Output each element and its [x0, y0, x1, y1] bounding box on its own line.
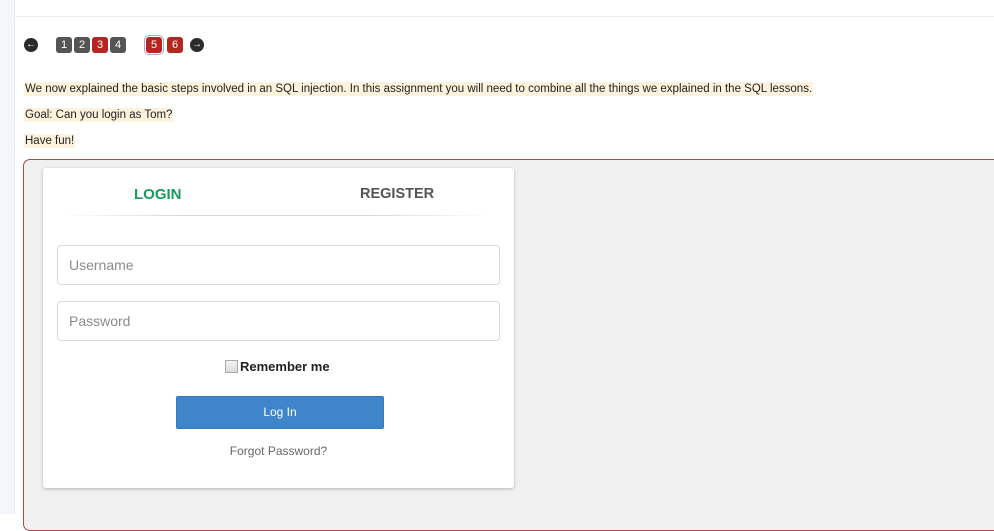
intro-text: We now explained the basic steps involve… — [24, 82, 814, 96]
goal-text: Goal: Can you login as Tom? — [24, 108, 174, 122]
page-2-button[interactable]: 2 — [74, 37, 90, 53]
login-panel: LOGIN REGISTER Remember me Log In Forgot… — [43, 168, 514, 488]
remember-me-checkbox[interactable] — [225, 360, 238, 373]
page-6-button[interactable]: 6 — [167, 37, 183, 53]
username-input[interactable] — [57, 245, 500, 285]
password-input[interactable] — [57, 301, 500, 341]
page-5-button[interactable]: 5 — [144, 35, 164, 55]
next-page-icon[interactable]: → — [190, 38, 204, 52]
header-divider — [15, 16, 994, 17]
page-4-button[interactable]: 4 — [110, 37, 126, 53]
prev-page-icon[interactable]: ← — [24, 38, 38, 52]
left-sidebar-strip — [0, 0, 15, 514]
forgot-password-link[interactable]: Forgot Password? — [43, 444, 514, 458]
tab-login[interactable]: LOGIN — [134, 186, 182, 203]
page-3-button[interactable]: 3 — [92, 37, 108, 53]
tab-register[interactable]: REGISTER — [360, 186, 434, 202]
login-button[interactable]: Log In — [176, 396, 384, 429]
have-fun-text: Have fun! — [24, 134, 76, 148]
page-1-button[interactable]: 1 — [56, 37, 72, 53]
remember-me-label: Remember me — [240, 359, 330, 374]
tab-divider — [61, 215, 491, 216]
